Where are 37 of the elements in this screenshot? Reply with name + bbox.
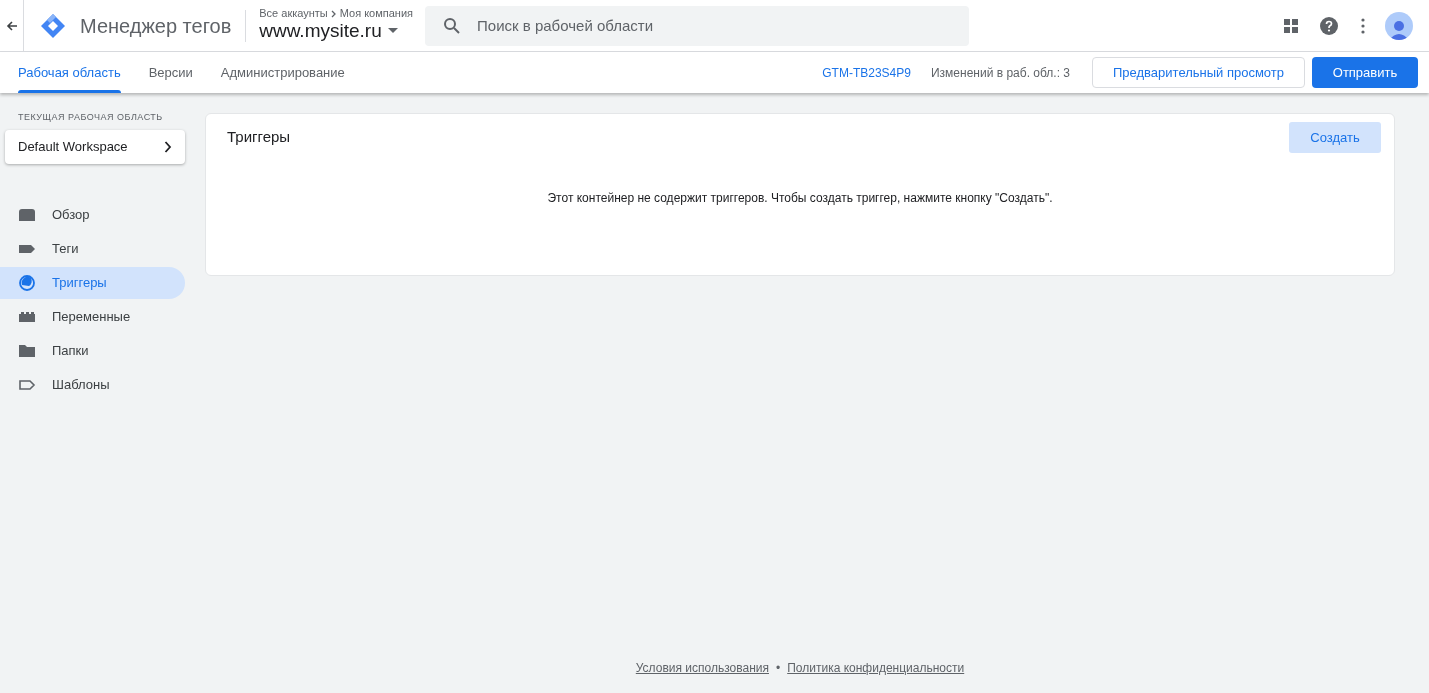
- empty-message: Этот контейнер не содержит триггеров. Чтобы создать триггер, нажмите кнопку "Создать".: [546, 190, 1054, 207]
- sidebar-item[interactable]: Триггеры: [0, 266, 185, 299]
- nav-tab[interactable]: Версии: [140, 52, 201, 93]
- sidebar-item[interactable]: Папки: [0, 334, 185, 367]
- breadcrumb-link[interactable]: Все аккаунты: [259, 8, 328, 20]
- workspace-label: ТЕКУЩАЯ РАБОЧАЯ ОБЛАСТЬ: [18, 111, 164, 124]
- diamond-logo-icon: [40, 12, 66, 39]
- sidebar-item[interactable]: Переменные: [0, 300, 185, 333]
- changes-count: Изменений в раб. обл.: 3: [931, 64, 1070, 82]
- search-icon: [443, 16, 462, 35]
- trigger-icon: [18, 273, 36, 292]
- workspace-selector[interactable]: Default Workspace: [5, 129, 185, 164]
- help-icon: [1320, 16, 1338, 35]
- back-arrow-icon: [5, 19, 18, 32]
- container-id-link[interactable]: GTM-TB23S4P9: [822, 63, 911, 82]
- separator-dot: •: [776, 660, 781, 677]
- privacy-link[interactable]: Политика конфиденциальности: [787, 659, 965, 677]
- chevron-right-icon: [164, 140, 172, 153]
- more-vertical-icon: [1361, 17, 1365, 34]
- sidebar-item[interactable]: Шаблоны: [0, 368, 185, 401]
- create-button[interactable]: Создать: [1289, 122, 1381, 153]
- sidebar-item[interactable]: Теги: [0, 232, 185, 265]
- grid-icon: [1284, 18, 1298, 33]
- chevron-right-icon: [330, 9, 337, 18]
- submit-button[interactable]: Отправить: [1312, 57, 1418, 88]
- container-selector[interactable]: www.mysite.ru: [259, 19, 414, 43]
- breadcrumb-link[interactable]: Моя компания: [339, 8, 414, 20]
- nav-tab[interactable]: Администрирование: [212, 52, 353, 93]
- search-field[interactable]: Поиск в рабочей области: [425, 5, 970, 46]
- terms-link[interactable]: Условия использования: [635, 659, 769, 677]
- preview-button[interactable]: Предварительный просмотр: [1092, 57, 1305, 88]
- caret-icon: [387, 28, 398, 34]
- sidebar-item[interactable]: Обзор: [0, 198, 185, 231]
- account-avatar[interactable]: [1385, 11, 1413, 40]
- nav-tab[interactable]: Рабочая область: [10, 52, 129, 93]
- card-title: Триггеры: [227, 127, 291, 148]
- app-title: Менеджер тегов: [80, 13, 232, 39]
